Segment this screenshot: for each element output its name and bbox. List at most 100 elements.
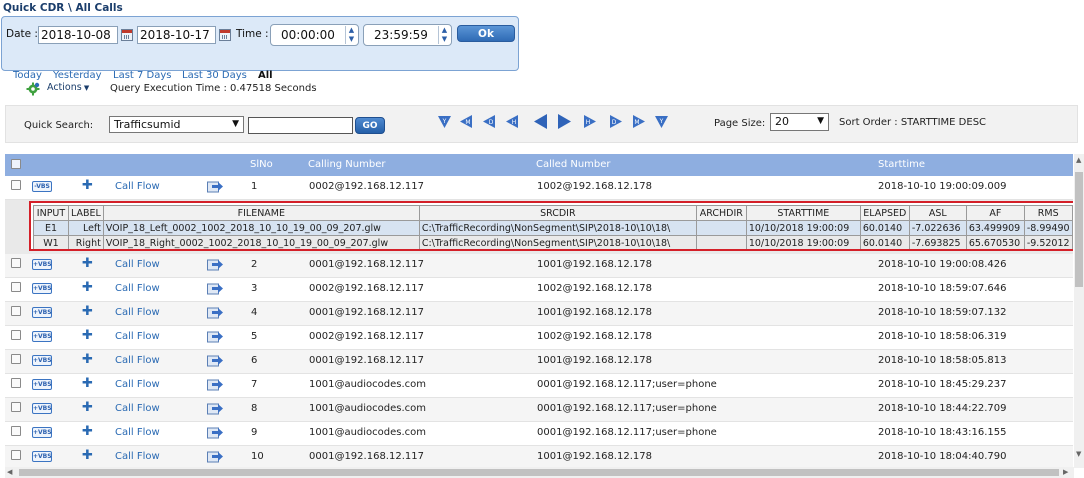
- export-arrow-icon[interactable]: [207, 353, 223, 367]
- export-arrow-icon[interactable]: [207, 401, 223, 415]
- vbs-expand-button[interactable]: +VBS: [32, 259, 52, 270]
- vbs-expand-button[interactable]: +VBS: [32, 307, 52, 318]
- page-size-select[interactable]: 20 ▼: [770, 113, 829, 131]
- vertical-scrollbar[interactable]: ▲ ▼: [1074, 154, 1084, 468]
- vertical-scroll-thumb[interactable]: [1075, 172, 1083, 287]
- row-checkbox[interactable]: [11, 450, 21, 460]
- plus-icon[interactable]: ✚: [82, 353, 93, 367]
- row-checkbox[interactable]: [11, 180, 21, 190]
- prev-year-icon[interactable]: Y: [436, 113, 453, 130]
- plus-icon[interactable]: ✚: [82, 281, 93, 295]
- table-row[interactable]: +VBS ✚ Call Flow 9 1001@audiocodes.com 0…: [5, 422, 1073, 446]
- table-row[interactable]: +VBS ✚ Call Flow 10 0001@192.168.12.117 …: [5, 446, 1073, 468]
- row-checkbox[interactable]: [11, 258, 21, 268]
- row-checkbox[interactable]: [11, 330, 21, 340]
- next-day-icon[interactable]: D: [607, 113, 624, 130]
- call-flow-link[interactable]: Call Flow: [115, 451, 160, 462]
- row-checkbox[interactable]: [11, 426, 21, 436]
- row-checkbox[interactable]: [11, 402, 21, 412]
- export-arrow-icon[interactable]: [207, 257, 223, 271]
- table-row[interactable]: -VBS ✚ Call Flow 1 0002@192.168.12.117 1…: [5, 176, 1073, 200]
- go-button[interactable]: GO: [355, 117, 385, 134]
- vbs-expand-button[interactable]: +VBS: [32, 355, 52, 366]
- header-called-number[interactable]: Called Number: [536, 159, 611, 170]
- export-arrow-icon[interactable]: [207, 281, 223, 295]
- call-flow-link[interactable]: Call Flow: [115, 283, 160, 294]
- row-checkbox[interactable]: [11, 306, 21, 316]
- vbs-expand-button[interactable]: +VBS: [32, 403, 52, 414]
- next-page-icon[interactable]: [556, 113, 573, 130]
- export-arrow-icon[interactable]: [207, 329, 223, 343]
- ok-button[interactable]: Ok: [457, 25, 515, 42]
- prev-month-icon[interactable]: M: [458, 113, 475, 130]
- call-flow-link[interactable]: Call Flow: [115, 331, 160, 342]
- table-row[interactable]: +VBS ✚ Call Flow 4 0001@192.168.12.117 1…: [5, 302, 1073, 326]
- export-arrow-icon[interactable]: [207, 449, 223, 463]
- call-flow-link[interactable]: Call Flow: [115, 307, 160, 318]
- call-flow-link[interactable]: Call Flow: [115, 259, 160, 270]
- call-flow-link[interactable]: Call Flow: [115, 355, 160, 366]
- from-date-input[interactable]: 2018-10-08: [38, 26, 118, 44]
- header-starttime[interactable]: Starttime: [878, 159, 925, 170]
- export-arrow-icon[interactable]: [207, 179, 223, 193]
- scroll-up-icon[interactable]: ▲: [1076, 156, 1081, 164]
- plus-icon[interactable]: ✚: [82, 179, 93, 193]
- link-yesterday[interactable]: Yesterday: [53, 70, 102, 81]
- from-time-input[interactable]: 00:00:00 ▲ ▼: [270, 24, 359, 46]
- link-last-30-days[interactable]: Last 30 Days: [182, 70, 247, 81]
- to-time-input[interactable]: 23:59:59 ▲ ▼: [363, 24, 452, 46]
- vbs-collapse-button[interactable]: -VBS: [32, 181, 52, 192]
- previous-page-icon[interactable]: [532, 113, 549, 130]
- row-checkbox[interactable]: [11, 354, 21, 364]
- plus-icon[interactable]: ✚: [82, 305, 93, 319]
- gear-icon[interactable]: [26, 82, 40, 96]
- plus-icon[interactable]: ✚: [82, 329, 93, 343]
- table-row[interactable]: +VBS ✚ Call Flow 2 0001@192.168.12.117 1…: [5, 254, 1073, 278]
- detail-row[interactable]: W1 Right VOIP_18_Right_0002_1002_2018_10…: [33, 235, 1073, 249]
- call-flow-link[interactable]: Call Flow: [115, 379, 160, 390]
- plus-icon[interactable]: ✚: [82, 449, 93, 463]
- scroll-right-icon[interactable]: ▶: [1063, 468, 1068, 476]
- plus-icon[interactable]: ✚: [82, 401, 93, 415]
- export-arrow-icon[interactable]: [207, 425, 223, 439]
- prev-hour-icon[interactable]: H: [504, 113, 521, 130]
- prev-day-icon[interactable]: D: [481, 113, 498, 130]
- row-checkbox[interactable]: [11, 282, 21, 292]
- scroll-down-icon[interactable]: ▼: [1076, 450, 1081, 458]
- vbs-expand-button[interactable]: +VBS: [32, 283, 52, 294]
- table-row[interactable]: +VBS ✚ Call Flow 3 0002@192.168.12.117 1…: [5, 278, 1073, 302]
- next-hour-icon[interactable]: H: [581, 113, 598, 130]
- vbs-expand-button[interactable]: +VBS: [32, 451, 52, 462]
- call-flow-link[interactable]: Call Flow: [115, 403, 160, 414]
- to-time-spinner[interactable]: ▲ ▼: [438, 26, 450, 44]
- call-flow-link[interactable]: Call Flow: [115, 181, 160, 192]
- plus-icon[interactable]: ✚: [82, 257, 93, 271]
- horizontal-scroll-thumb[interactable]: [19, 469, 1059, 476]
- table-row[interactable]: +VBS ✚ Call Flow 6 0001@192.168.12.117 1…: [5, 350, 1073, 374]
- horizontal-scrollbar[interactable]: ◀ ▶: [5, 467, 1074, 478]
- link-last-7-days[interactable]: Last 7 Days: [113, 70, 172, 81]
- export-arrow-icon[interactable]: [207, 305, 223, 319]
- calendar-icon[interactable]: [121, 29, 133, 41]
- next-month-icon[interactable]: M: [630, 113, 647, 130]
- actions-menu[interactable]: Actions ▼: [47, 82, 89, 93]
- header-calling-number[interactable]: Calling Number: [308, 159, 385, 170]
- vbs-expand-button[interactable]: +VBS: [32, 331, 52, 342]
- next-year-icon[interactable]: Y: [653, 113, 670, 130]
- table-row[interactable]: +VBS ✚ Call Flow 7 1001@audiocodes.com 0…: [5, 374, 1073, 398]
- to-date-input[interactable]: 2018-10-17: [137, 26, 216, 44]
- export-arrow-icon[interactable]: [207, 377, 223, 391]
- table-row[interactable]: +VBS ✚ Call Flow 5 0002@192.168.12.117 1…: [5, 326, 1073, 350]
- detail-row[interactable]: E1 Left VOIP_18_Left_0002_1002_2018_10_1…: [33, 220, 1073, 236]
- vbs-expand-button[interactable]: +VBS: [32, 427, 52, 438]
- plus-icon[interactable]: ✚: [82, 377, 93, 391]
- select-all-checkbox[interactable]: [11, 159, 21, 169]
- from-time-spinner[interactable]: ▲ ▼: [345, 26, 357, 44]
- row-checkbox[interactable]: [11, 378, 21, 388]
- call-flow-link[interactable]: Call Flow: [115, 427, 160, 438]
- link-today[interactable]: Today: [13, 70, 42, 81]
- quick-search-input[interactable]: [248, 117, 353, 134]
- calendar-icon[interactable]: [219, 29, 231, 41]
- vbs-expand-button[interactable]: +VBS: [32, 379, 52, 390]
- scroll-left-icon[interactable]: ◀: [7, 468, 12, 476]
